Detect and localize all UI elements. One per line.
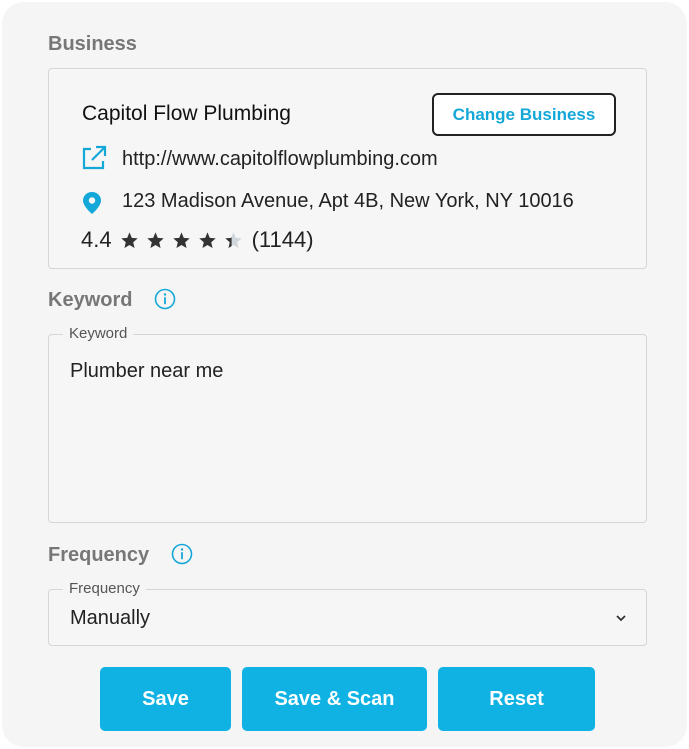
frequency-selected-value[interactable]: Manually [70, 607, 150, 630]
rating-row: 4.4 (1144) [81, 226, 314, 254]
info-icon[interactable] [171, 543, 193, 565]
keyword-section-label: Keyword [48, 289, 133, 311]
business-card: Capitol Flow Plumbing Change Business ht… [48, 68, 647, 269]
reset-button[interactable]: Reset [438, 667, 595, 731]
business-name: Capitol Flow Plumbing [82, 102, 291, 125]
info-icon[interactable] [154, 288, 176, 310]
star-icon [198, 231, 216, 248]
save-and-scan-button[interactable]: Save & Scan [242, 667, 427, 731]
frequency-field-label: Frequency [63, 580, 146, 597]
star-icon [120, 231, 138, 248]
keyword-field[interactable]: Keyword Plumber near me [48, 325, 647, 523]
scan-settings-panel: Business Capitol Flow Plumbing Change Bu… [2, 2, 687, 747]
save-button[interactable]: Save [100, 667, 231, 731]
external-link-icon[interactable] [80, 144, 108, 172]
star-icon [224, 231, 242, 248]
keyword-field-label: Keyword [63, 325, 134, 342]
frequency-select[interactable]: Frequency Manually [48, 580, 647, 646]
chevron-down-icon[interactable] [614, 611, 628, 625]
rating-value: 4.4 [81, 227, 112, 252]
change-business-button[interactable]: Change Business [432, 93, 616, 136]
star-icon [146, 231, 164, 248]
frequency-section-label: Frequency [48, 544, 150, 566]
review-count: (1144) [251, 227, 314, 252]
business-address: 123 Madison Avenue, Apt 4B, New York, NY… [122, 190, 574, 212]
rating-stars [120, 231, 243, 250]
business-url[interactable]: http://www.capitolflowplumbing.com [122, 148, 438, 171]
business-section-label: Business [48, 33, 137, 55]
keyword-input-value[interactable]: Plumber near me [70, 360, 223, 383]
location-pin-icon [83, 192, 101, 214]
star-icon [172, 231, 190, 248]
